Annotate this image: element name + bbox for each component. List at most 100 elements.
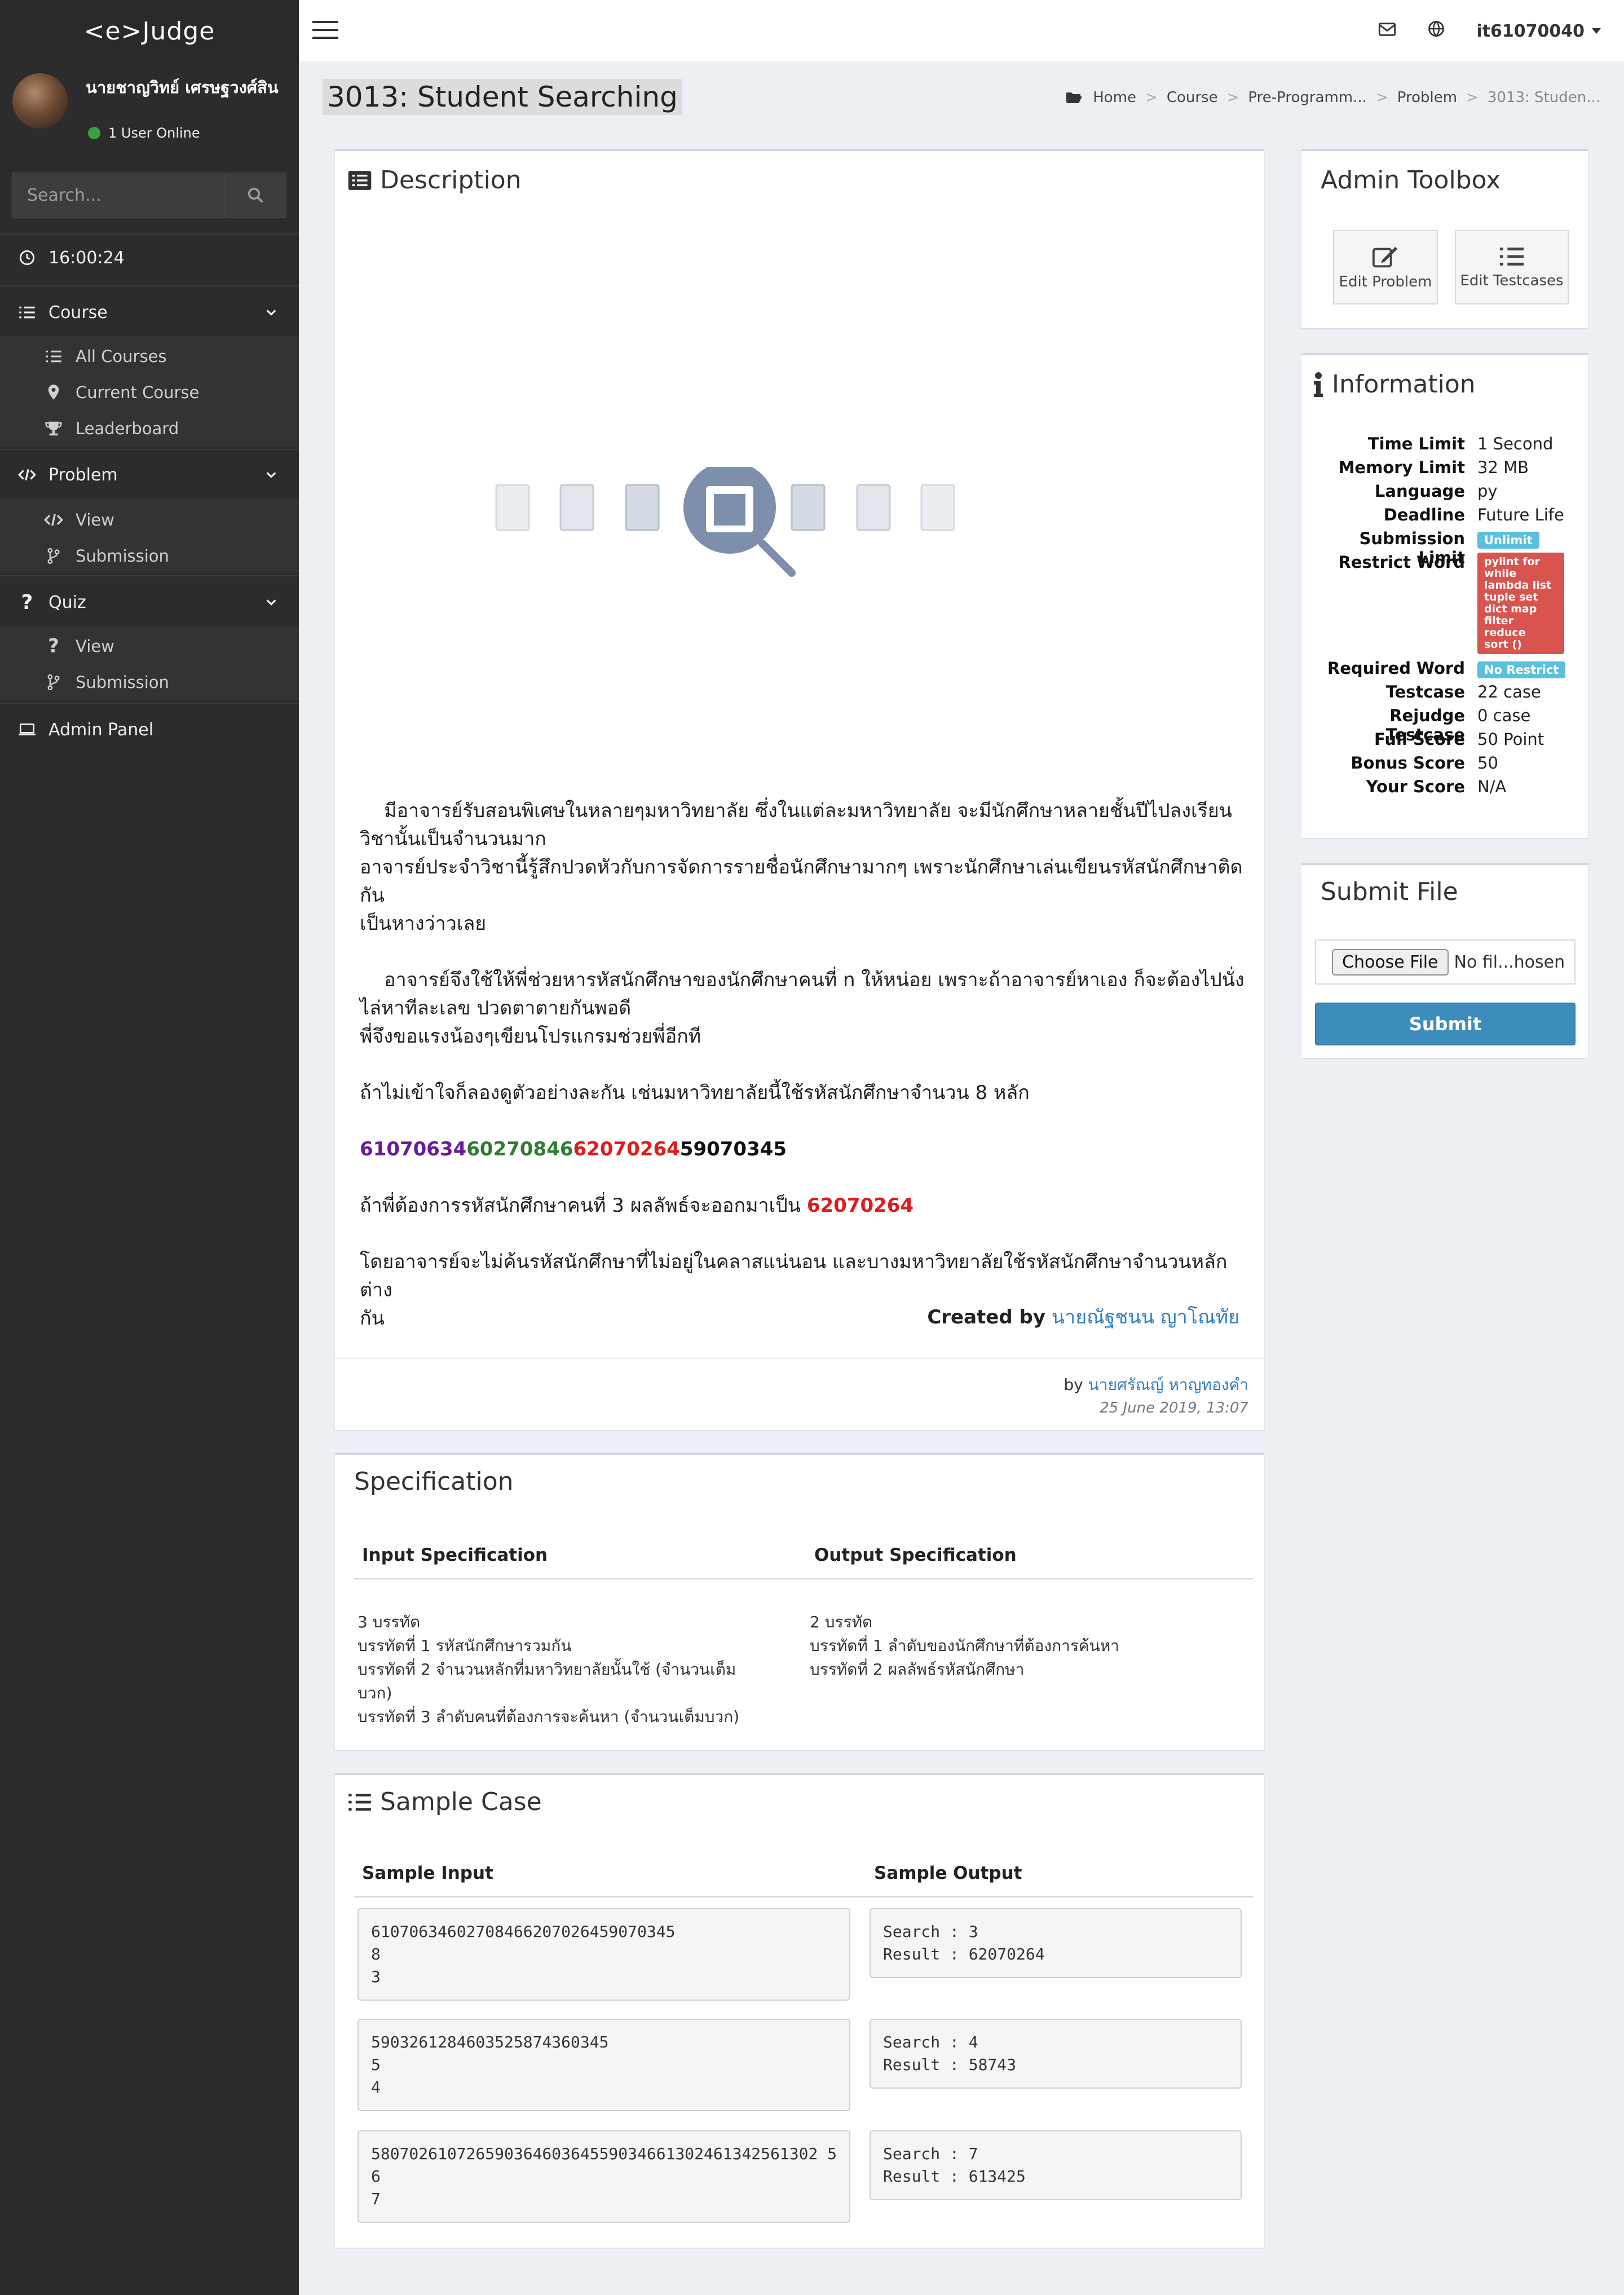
paragraph: ไล่หาทีละเลข ปวดตาตายกันพอดี bbox=[360, 997, 632, 1019]
created-by: Created by นายณัฐชนน ญาโณทัย bbox=[927, 1301, 1239, 1332]
sidebar-item-current-course[interactable]: Current Course bbox=[0, 376, 299, 409]
search-icon bbox=[248, 187, 263, 203]
globe-icon bbox=[1428, 20, 1445, 37]
information-title: Information bbox=[1332, 370, 1476, 399]
clock-icon bbox=[19, 250, 35, 266]
app-logo[interactable]: <e>Judge bbox=[0, 0, 299, 62]
breadcrumb-course-name[interactable]: Pre-Programm... bbox=[1248, 89, 1367, 106]
output-spec-body: 2 บรรทัด บรรทัดที่ 1 ลำดับของนักศึกษาที่… bbox=[810, 1610, 1250, 1681]
sidebar-item-all-courses[interactable]: All Courses bbox=[0, 339, 299, 373]
messages-button[interactable] bbox=[1378, 21, 1396, 41]
list-icon bbox=[19, 306, 35, 319]
info-time-limit: Time Limit 1 Second bbox=[1308, 434, 1601, 458]
breadcrumb-course[interactable]: Course bbox=[1167, 89, 1218, 106]
submit-button[interactable]: Submit bbox=[1315, 1003, 1576, 1045]
language-button[interactable] bbox=[1428, 20, 1445, 42]
paragraph: มีอาจารย์รับสอนพิเศษในหลายๆมหาวิทยาลัย ซ… bbox=[360, 800, 1233, 822]
caret-down-icon bbox=[1592, 28, 1601, 34]
sidebar-item-quiz-view[interactable]: ? View bbox=[0, 629, 299, 663]
info-value: Future Life bbox=[1477, 505, 1564, 524]
sidebar-item-quiz[interactable]: ? Quiz bbox=[0, 579, 299, 626]
info-language: Language py bbox=[1308, 482, 1601, 505]
code-branch-icon bbox=[47, 548, 60, 564]
sidebar-item-admin-panel[interactable]: Admin Panel bbox=[0, 706, 299, 753]
edit-testcases-label: Edit Testcases bbox=[1460, 272, 1564, 289]
divider bbox=[0, 703, 299, 704]
file-input[interactable]: Choose File No fil...hosen bbox=[1315, 939, 1576, 985]
information-header: Information bbox=[1313, 370, 1476, 399]
sample-output-3[interactable]: Search : 7 Result : 613425 bbox=[870, 2130, 1242, 2200]
user-menu[interactable]: it61070040 bbox=[1476, 21, 1601, 41]
info-full-score: Full Score 50 Point bbox=[1308, 730, 1601, 753]
example-codes: 61070634602708466207026459070345 bbox=[360, 1135, 1251, 1163]
description-body: มีอาจารย์รับสอนพิเศษในหลายๆมหาวิทยาลัย ซ… bbox=[360, 797, 1251, 1332]
input-spec-header: Input Specification bbox=[362, 1545, 548, 1565]
info-key: Required Word bbox=[1327, 659, 1465, 678]
sample-output-1[interactable]: Search : 3 Result : 62070264 bbox=[870, 1908, 1242, 1978]
created-by-link[interactable]: นายณัฐชนน ญาโณทัย bbox=[1052, 1306, 1239, 1329]
spec-line: บวก) bbox=[358, 1684, 392, 1702]
submit-file-title: Submit File bbox=[1321, 877, 1458, 906]
search-button[interactable] bbox=[224, 173, 286, 217]
code-branch-icon bbox=[47, 674, 60, 691]
restrict-word: lambda list bbox=[1484, 579, 1552, 592]
sidebar-item-problem-view[interactable]: View bbox=[0, 503, 299, 537]
page-title: 3013: Student Searching bbox=[323, 79, 682, 115]
info-key: Bonus Score bbox=[1351, 753, 1465, 773]
sidebar-item-label: View bbox=[76, 637, 114, 656]
online-status-text: 1 User Online bbox=[108, 125, 200, 141]
info-icon bbox=[1314, 372, 1323, 397]
breadcrumb-home[interactable]: Home bbox=[1093, 89, 1136, 106]
info-key: Testcase bbox=[1385, 682, 1465, 701]
code-2: 60270846 bbox=[466, 1138, 573, 1160]
paragraph-text: ถ้าพี่ต้องการรหัสนักศึกษาคนที่ 3 ผลลัพธ์… bbox=[360, 1194, 801, 1217]
author-link[interactable]: นายศรัณญ์ หาญทองคำ bbox=[1088, 1375, 1248, 1394]
info-restrict-word: Restrict Word pylint for while lambda li… bbox=[1308, 553, 1601, 660]
edit-problem-button[interactable]: Edit Problem bbox=[1333, 230, 1438, 304]
code-1: 61070634 bbox=[360, 1138, 467, 1160]
sidebar-item-label: Course bbox=[48, 302, 108, 323]
info-rejudge-testcase: Rejudge Testcase 0 case bbox=[1308, 706, 1601, 744]
sample-input-3[interactable]: 5807026107265903646036455903466130246134… bbox=[358, 2130, 850, 2223]
sidebar-search[interactable]: Search... bbox=[12, 173, 286, 218]
sidebar-item-problem-submission[interactable]: Submission bbox=[0, 539, 299, 573]
list-alt-icon bbox=[348, 170, 372, 190]
edit-testcases-button[interactable]: Edit Testcases bbox=[1455, 230, 1569, 304]
restrict-word-badge: pylint for while lambda list tuple set d… bbox=[1477, 553, 1564, 654]
info-key: Your Score bbox=[1366, 777, 1465, 796]
sidebar-item-leaderboard[interactable]: Leaderboard bbox=[0, 412, 299, 445]
info-key: Submission Limit bbox=[1359, 529, 1465, 567]
folder-open-icon bbox=[1066, 92, 1083, 103]
input-spec-body: 3 บรรทัด บรรทัดที่ 1 รหัสนักศึกษารวมกัน … bbox=[358, 1610, 797, 1729]
info-memory-limit: Memory Limit 32 MB bbox=[1308, 458, 1601, 482]
code-4: 59070345 bbox=[679, 1138, 787, 1160]
sidebar-item-course[interactable]: Course bbox=[0, 289, 299, 336]
list-icon bbox=[1499, 248, 1524, 266]
menu-toggle-button[interactable] bbox=[312, 20, 338, 42]
created-by-label: Created by bbox=[927, 1306, 1046, 1329]
divider bbox=[0, 449, 299, 450]
sidebar-item-quiz-submission[interactable]: Submission bbox=[0, 665, 299, 699]
info-key: Full Score bbox=[1374, 730, 1465, 749]
sample-input-2[interactable]: 5903261284603525874360345 5 4 bbox=[358, 2019, 850, 2111]
spec-line: บรรทัดที่ 2 ผลลัพธ์รหัสนักศึกษา bbox=[810, 1660, 1025, 1679]
restrict-word: sort () bbox=[1484, 638, 1522, 651]
description-header: Description bbox=[347, 166, 522, 195]
sample-input-1[interactable]: 61070634602708466207026459070345 8 3 bbox=[358, 1908, 850, 2001]
info-key: Time Limit bbox=[1367, 434, 1465, 453]
question-icon: ? bbox=[48, 635, 59, 657]
info-value: 22 case bbox=[1477, 682, 1541, 701]
info-value: 1 Second bbox=[1477, 434, 1554, 453]
avatar bbox=[12, 73, 68, 129]
search-input[interactable]: Search... bbox=[13, 173, 224, 217]
sidebar-item-problem[interactable]: Problem bbox=[0, 451, 299, 498]
choose-file-button[interactable]: Choose File bbox=[1332, 948, 1449, 976]
paragraph: พี่จึงขอแรงน้องๆเขียนโปรแกรมช่วยพี่อีกที bbox=[360, 1025, 701, 1048]
student-search-illustration bbox=[495, 467, 955, 577]
spec-line: 3 บรรทัด bbox=[358, 1613, 421, 1631]
divider bbox=[335, 1358, 1264, 1359]
breadcrumb-problem[interactable]: Problem bbox=[1397, 89, 1457, 106]
description-box: Description มีอาจารย์รับสอนพิเศษในหลายๆม… bbox=[335, 149, 1264, 1430]
sample-output-2[interactable]: Search : 4 Result : 58743 bbox=[870, 2019, 1242, 2089]
info-key: Restrict Word bbox=[1338, 553, 1465, 572]
